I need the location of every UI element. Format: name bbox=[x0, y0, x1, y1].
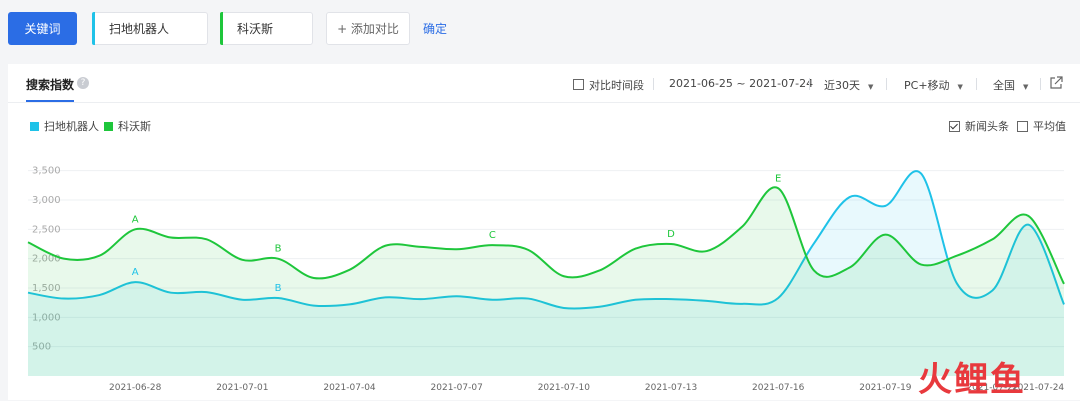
top-toolbar: 关键词 扫地机器人 科沃斯 + 添加对比 确定 bbox=[0, 0, 1080, 60]
keyword-color-bar bbox=[220, 12, 223, 45]
x-tick-label: 2021-07-16 bbox=[752, 383, 805, 393]
x-tick-label: 2021-07-04 bbox=[323, 383, 376, 393]
keyword-button[interactable]: 关键词 bbox=[8, 12, 77, 45]
search-index-chart[interactable]: 3,5003,0002,5002,0001,5001,000500ABABCDE… bbox=[8, 64, 1080, 400]
keyword-label: 科沃斯 bbox=[237, 22, 274, 36]
y-tick-label: 2,500 bbox=[32, 224, 61, 235]
annotation-label: A bbox=[132, 214, 139, 225]
watermark-logo: 火鲤鱼 bbox=[918, 360, 1026, 400]
keyword-chip-1[interactable]: 扫地机器人 bbox=[92, 12, 208, 45]
annotation-label: D bbox=[667, 229, 675, 240]
annotation-label: E bbox=[775, 173, 781, 184]
keyword-label: 扫地机器人 bbox=[109, 22, 170, 36]
confirm-link[interactable]: 确定 bbox=[423, 20, 447, 37]
annotation-label: B bbox=[275, 244, 282, 255]
annotation-label: C bbox=[489, 230, 496, 241]
x-tick-label: 2021-07-10 bbox=[538, 383, 591, 393]
annotation-label: B bbox=[275, 283, 282, 294]
x-tick-label: 2021-07-01 bbox=[216, 383, 268, 393]
keyword-color-bar bbox=[92, 12, 95, 45]
x-tick-label: 2021-07-07 bbox=[431, 383, 483, 393]
keyword-chip-2[interactable]: 科沃斯 bbox=[220, 12, 313, 45]
search-index-panel: 搜索指数 ? 对比时间段 2021-06-25 ~ 2021-07-24 近30… bbox=[8, 64, 1080, 400]
y-tick-label: 3,500 bbox=[32, 166, 61, 177]
x-tick-label: 2021-07-19 bbox=[859, 383, 912, 393]
annotation-label: A bbox=[132, 267, 139, 278]
x-tick-label: 2021-06-28 bbox=[109, 383, 162, 393]
x-tick-label: 2021-07-13 bbox=[645, 383, 697, 393]
add-compare-button[interactable]: + 添加对比 bbox=[326, 12, 410, 45]
y-tick-label: 3,000 bbox=[32, 195, 61, 206]
